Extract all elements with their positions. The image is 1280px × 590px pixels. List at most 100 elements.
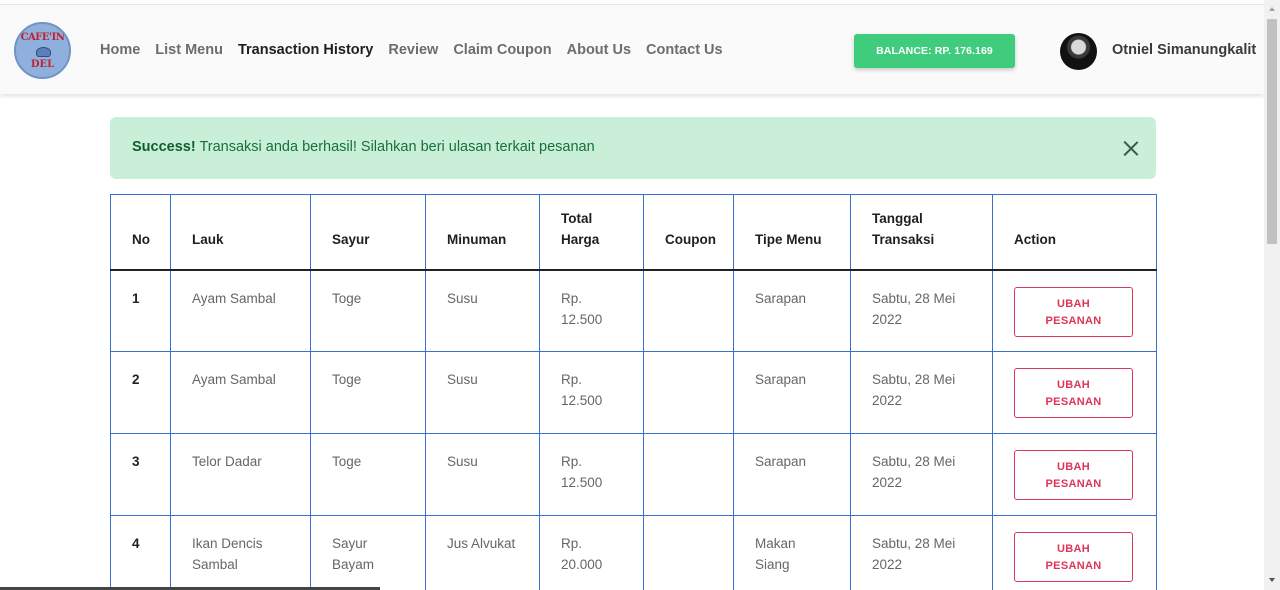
cell-sayur: Sayur Bayam <box>310 515 426 590</box>
ubah-pesanan-button[interactable]: UBAH PESANAN <box>1014 368 1133 418</box>
nav-review[interactable]: Review <box>388 41 438 59</box>
table-header-row: No Lauk Sayur Minuman Total Harga Coupon … <box>110 194 1157 271</box>
cell-sayur: Toge <box>310 351 426 434</box>
header-tanggal-line2: Transaksi <box>872 231 935 247</box>
page: CAFE'IN DEL Home List Menu Transaction H… <box>0 0 1280 590</box>
user-name[interactable]: Otniel Simanungkalit <box>1112 42 1256 58</box>
cell-no: 2 <box>110 351 171 434</box>
header-total-line1: Total <box>561 210 593 226</box>
cell-harga-line2: 12.500 <box>561 475 603 490</box>
cell-sayur-line1: Toge <box>332 454 362 469</box>
close-icon[interactable] <box>1116 133 1146 163</box>
cell-lauk-line1: Ayam Sambal <box>192 372 276 387</box>
cell-minuman: Susu <box>425 351 540 434</box>
cell-tanggal: Sabtu, 28 Mei 2022 <box>850 351 993 434</box>
cell-tipe-menu: Sarapan <box>733 351 851 434</box>
cell-sayur-line1: Sayur <box>332 536 368 551</box>
cell-total-harga: Rp. 12.500 <box>539 433 644 516</box>
cell-harga-line1: Rp. <box>561 536 583 551</box>
cell-harga-line1: Rp. <box>561 454 583 469</box>
table-row: 2 Ayam Sambal Toge Susu Rp. 12.500 Sarapa… <box>110 351 1157 434</box>
cell-coupon <box>643 515 734 590</box>
vertical-scrollbar[interactable] <box>1264 0 1280 590</box>
table-row: 4 Ikan Dencis Sambal Sayur Bayam Jus Alvuk… <box>110 515 1157 590</box>
nav-contact-us[interactable]: Contact Us <box>646 41 723 59</box>
header-sayur: Sayur <box>310 194 426 271</box>
header-no: No <box>110 194 171 271</box>
cell-lauk-line1: Ayam Sambal <box>192 290 276 306</box>
cell-sayur-line1: Toge <box>332 290 362 306</box>
button-line2: PESANAN <box>1045 478 1102 490</box>
cell-action: UBAH PESANAN <box>992 515 1157 590</box>
cell-harga-line2: 12.500 <box>561 393 603 408</box>
cell-no: 1 <box>110 269 171 352</box>
cell-tanggal-line2: 2022 <box>872 475 903 490</box>
cell-sayur-line2: Bayam <box>332 557 375 572</box>
cell-tanggal-line1: Sabtu, 28 Mei <box>872 454 956 469</box>
avatar[interactable] <box>1060 33 1097 70</box>
cell-action: UBAH PESANAN <box>992 351 1157 434</box>
cell-sayur: Toge <box>310 269 426 352</box>
ubah-pesanan-button[interactable]: UBAH PESANAN <box>1014 286 1133 337</box>
cell-sayur: Toge <box>310 433 426 516</box>
button-line1: UBAH <box>1057 543 1090 555</box>
header-total-line2: Harga <box>561 231 600 247</box>
ubah-pesanan-button[interactable]: UBAH PESANAN <box>1014 532 1133 582</box>
cafe-logo[interactable]: CAFE'IN DEL <box>14 22 71 79</box>
cell-total-harga: Rp. 20.000 <box>539 515 644 590</box>
header-tanggal-line1: Tanggal <box>872 210 923 226</box>
cell-sayur-line1: Toge <box>332 372 362 387</box>
header-total-harga: Total Harga <box>539 194 644 271</box>
cell-tanggal: Sabtu, 28 Mei 2022 <box>850 433 993 516</box>
logo-top-text: CAFE'IN <box>20 32 65 43</box>
cell-lauk-line1: Ikan Dencis <box>192 536 263 551</box>
header-tanggal-transaksi: Tanggal Transaksi <box>850 194 993 271</box>
ubah-pesanan-button[interactable]: UBAH PESANAN <box>1014 450 1133 500</box>
cell-harga-line2: 12.500 <box>561 311 603 327</box>
scroll-down-arrow-icon[interactable] <box>1269 578 1275 582</box>
button-line2: PESANAN <box>1045 314 1102 327</box>
cell-coupon <box>643 433 734 516</box>
button-line1: UBAH <box>1057 297 1090 310</box>
cell-no: 4 <box>110 515 171 590</box>
scrollbar-thumb[interactable] <box>1267 19 1277 244</box>
table-row: 1 Ayam Sambal Toge Susu Rp. 12.500 Sarapa… <box>110 269 1157 352</box>
cell-coupon <box>643 269 734 352</box>
nav-home[interactable]: Home <box>100 41 140 59</box>
cell-tipe-menu: Sarapan <box>733 269 851 352</box>
cell-tanggal-line2: 2022 <box>872 311 903 327</box>
cell-tipe-line1: Sarapan <box>755 290 807 306</box>
scroll-up-arrow-icon[interactable] <box>1269 7 1275 11</box>
cell-tipe-line1: Makan <box>755 536 796 551</box>
nav-list-menu[interactable]: List Menu <box>155 41 223 59</box>
cell-lauk: Telor Dadar <box>170 433 311 516</box>
alert-message: Transaksi anda berhasil! Silahkan beri u… <box>195 139 595 155</box>
success-alert: Success! Transaksi anda berhasil! Silahk… <box>110 117 1156 179</box>
cell-tanggal-line2: 2022 <box>872 557 903 572</box>
nav-claim-coupon[interactable]: Claim Coupon <box>453 41 551 59</box>
cell-total-harga: Rp. 12.500 <box>539 269 644 352</box>
balance-button[interactable]: BALANCE: RP. 176.169 <box>854 34 1015 68</box>
nav-transaction-history[interactable]: Transaction History <box>238 41 373 59</box>
cell-tipe-line1: Sarapan <box>755 372 807 387</box>
transaction-table: No Lauk Sayur Minuman Total Harga Coupon … <box>110 194 1157 590</box>
cell-harga-line1: Rp. <box>561 290 583 306</box>
button-line2: PESANAN <box>1045 560 1102 572</box>
button-line1: UBAH <box>1057 379 1090 391</box>
button-line1: UBAH <box>1057 461 1090 473</box>
nav-about-us[interactable]: About Us <box>567 41 631 59</box>
alert-text: Success! Transaksi anda berhasil! Silahk… <box>132 139 595 155</box>
cell-tanggal: Sabtu, 28 Mei 2022 <box>850 515 993 590</box>
alert-strong: Success! <box>132 139 196 155</box>
header-action: Action <box>992 194 1157 271</box>
header-minuman: Minuman <box>425 194 540 271</box>
cell-no: 3 <box>110 433 171 516</box>
cell-tanggal-line2: 2022 <box>872 393 903 408</box>
cell-lauk-line2: Sambal <box>192 557 238 572</box>
cell-lauk: Ikan Dencis Sambal <box>170 515 311 590</box>
cell-action: UBAH PESANAN <box>992 433 1157 516</box>
header-tipe-menu: Tipe Menu <box>733 194 851 271</box>
cell-tipe-menu: Makan Siang <box>733 515 851 590</box>
logo-bottom-text: DEL <box>30 59 55 70</box>
table-row: 3 Telor Dadar Toge Susu Rp. 12.500 Sarapa… <box>110 433 1157 516</box>
